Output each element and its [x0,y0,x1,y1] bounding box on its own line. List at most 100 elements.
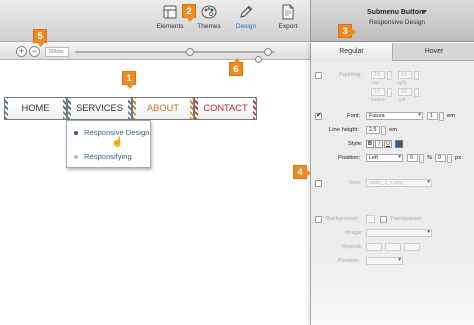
background-row: Background: Transparent [311,215,474,227]
submenu-item-label: Responsive Design [84,128,150,137]
font-size-field[interactable]: 1 [427,112,438,120]
style-row: Style: B I U [311,140,474,152]
menu-home[interactable]: HOME [4,97,67,120]
padding-top-field[interactable]: 15 [371,71,385,79]
padding-row: Padding: 15 15 top right 15 15 bottom le… [311,71,474,103]
padding-left-field[interactable]: 15 [398,88,412,96]
toolbar-themes-label: Themes [197,23,221,30]
canvas-edge-shadow [304,43,310,325]
font-position-select[interactable]: Left [366,154,403,162]
transparent-label: Transparent [390,216,422,222]
line-height-stepper[interactable] [381,126,386,135]
padding-right-caption: right [397,81,407,86]
font-position-y-unit: px [455,155,462,161]
icon-label: Icon: [349,180,362,186]
font-row: Font: Futura 1 em [311,111,474,124]
breakpoint-marker[interactable] [255,56,262,63]
line-height-unit: em [389,127,398,133]
line-height-row: Line height: 2.5 em [311,126,474,138]
font-position-x-field[interactable]: 0 [407,154,418,162]
callout-badge-6: 6 [229,58,243,76]
background-position-select[interactable] [366,257,403,265]
background-label: Background: [326,216,359,222]
zoom-in-button[interactable]: + [16,46,27,57]
line-height-field[interactable]: 2.5 [366,126,380,134]
callout-badge-3: 3 [338,24,356,38]
padding-left-stepper[interactable] [414,88,419,97]
style-label: Style: [348,141,363,147]
padding-bottom-stepper[interactable] [387,88,392,97]
inspector-title: Submenu Button [367,9,424,16]
font-position-y-field[interactable]: 0 [435,154,446,162]
export-icon [282,4,294,20]
padding-top-stepper[interactable] [387,71,392,80]
width-slider-knob[interactable] [264,48,272,56]
zoom-slider-track[interactable] [75,51,275,53]
menu-contact[interactable]: CONTACT [194,97,257,120]
menu-services[interactable]: SERVICES [67,97,132,120]
bullet-icon [74,131,78,135]
padding-bottom-caption: bottom [371,98,386,103]
submenu-item-responsifying[interactable]: Responsifying [67,148,152,166]
font-position-y-stepper[interactable] [447,154,452,163]
bullet-icon [74,155,78,159]
background-position-row: Position: [311,257,474,269]
inspector-subtitle: Responsive Design [369,19,426,26]
background-color-swatch[interactable] [366,215,375,223]
background-image-select[interactable] [366,229,432,237]
background-repeat-label: Repeat: [342,244,363,250]
padding-checkbox[interactable] [315,72,322,79]
background-image-row: Image: [311,229,474,241]
font-checkbox[interactable] [315,111,322,120]
icon-select[interactable]: radio_1_s.png [366,179,432,187]
font-size-stepper[interactable] [439,112,444,121]
font-position-row: Position: Left 0 % 0 px [311,154,474,166]
palette-icon [201,5,217,19]
font-size-unit: em [447,113,456,119]
toolbar-export-label: Export [278,23,298,30]
tab-hover[interactable]: Hover [393,43,474,61]
italic-button[interactable]: I [375,140,383,148]
font-family-select[interactable]: Futura [366,112,423,120]
zoom-bar: + − 50kbx [0,43,310,63]
bold-button[interactable]: B [366,140,374,148]
submenu-item-responsive-design[interactable]: Responsive Design [67,124,152,142]
icon-row: Icon: radio_1_s.png [311,179,474,191]
font-color-swatch[interactable] [395,140,403,148]
line-height-label: Line height: [329,127,359,133]
inspector-header[interactable]: Submenu Button Responsive Design [310,0,474,42]
transparent-checkbox[interactable] [380,216,387,223]
toolbar-export-button[interactable]: Export [268,4,308,30]
padding-right-field[interactable]: 15 [398,71,412,79]
font-position-label: Position: [338,155,361,161]
tab-regular[interactable]: Regular [311,43,393,61]
chevron-down-icon[interactable] [421,10,427,14]
repeat-y-button[interactable] [385,243,401,251]
menu-about[interactable]: ABOUT [132,97,194,120]
padding-top-caption: top [372,81,379,86]
background-image-label: Image: [345,230,363,236]
zoom-out-button[interactable]: − [29,46,40,57]
padding-label: Padding: [339,72,362,78]
background-checkbox[interactable] [315,216,322,223]
hand-cursor-icon: ☝ [111,137,124,148]
repeat-both-button[interactable] [404,243,420,251]
toolbar-design-button[interactable]: Design [226,4,266,30]
callout-badge-4: 4 [293,165,311,179]
repeat-x-button[interactable] [366,243,382,251]
inspector-panel: Padding: 15 15 top right 15 15 bottom le… [310,61,474,325]
submenu-dropdown: Responsive Design Responsifying [66,120,151,168]
callout-badge-2: 2 [182,4,196,22]
padding-right-stepper[interactable] [414,71,419,80]
font-position-x-stepper[interactable] [419,154,424,163]
background-repeat-row: Repeat: [311,243,474,255]
zoom-value-field[interactable]: 50kbx [45,47,69,57]
padding-left-caption: left [399,98,406,103]
background-position-label: Position: [338,258,361,264]
elements-icon [163,5,177,19]
underline-button[interactable]: U [384,140,392,148]
zoom-slider-knob[interactable] [186,48,194,56]
padding-bottom-field[interactable]: 15 [371,88,385,96]
font-position-x-unit: % [427,155,433,161]
icon-checkbox[interactable] [315,180,322,187]
